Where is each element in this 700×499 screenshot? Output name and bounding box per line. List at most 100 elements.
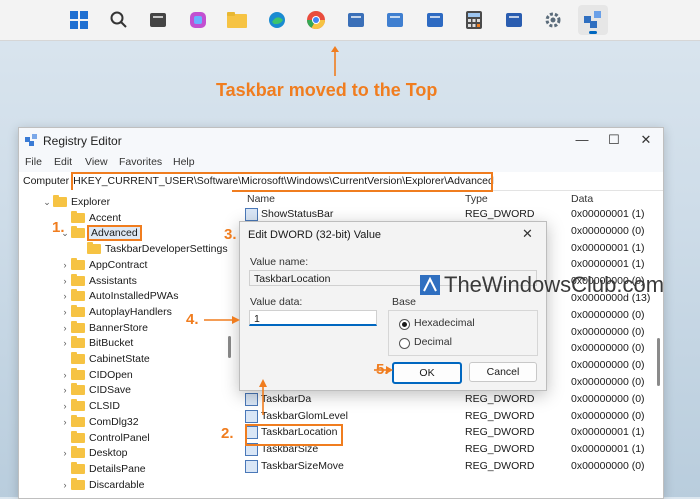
chevron-right-icon[interactable]: › <box>59 370 71 380</box>
chevron-right-icon[interactable]: › <box>59 448 71 458</box>
value-data: 0x00000001 (1) <box>571 443 645 456</box>
chevron-right-icon[interactable]: › <box>59 417 71 427</box>
tree-item[interactable]: › AutoplayHandlers <box>59 304 172 320</box>
folder-icon <box>87 242 101 255</box>
chevron-right-icon[interactable]: › <box>59 307 71 317</box>
address-bar[interactable]: Computer HKEY_CURRENT_USER\Software\Micro… <box>19 172 663 192</box>
address-prefix: Computer <box>23 175 70 187</box>
ok-button[interactable]: OK <box>392 362 462 384</box>
tree-item[interactable]: › BannerStore <box>59 320 148 336</box>
folder-icon <box>71 430 85 443</box>
value-data-input[interactable]: 1 <box>249 310 377 326</box>
tree-item[interactable]: › Desktop <box>59 445 128 461</box>
folder-icon <box>71 461 85 474</box>
hexadecimal-radio[interactable] <box>399 319 410 330</box>
tree-item[interactable]: Accent <box>59 210 121 226</box>
chevron-right-icon[interactable]: › <box>59 385 71 395</box>
value-type: REG_DWORD <box>465 426 535 439</box>
tree-item-label: ComDlg32 <box>89 415 139 428</box>
up-arrow-annotation <box>331 46 339 76</box>
step-2-label: 2. <box>221 425 234 442</box>
value-data: 0x00000001 (1) <box>571 208 645 220</box>
settings-icon[interactable] <box>538 5 568 35</box>
registry-editor-icon <box>25 134 37 146</box>
decimal-label[interactable]: Decimal <box>414 336 452 348</box>
tree-item[interactable]: › Discardable <box>59 477 144 493</box>
maximize-button[interactable]: ☐ <box>599 132 629 150</box>
value-row[interactable]: TaskbarGlomLevel REG_DWORD 0x00000000 (0) <box>245 408 665 424</box>
chevron-right-icon[interactable]: › <box>59 260 71 270</box>
cancel-button[interactable]: Cancel <box>469 362 537 382</box>
chevron-right-icon[interactable]: › <box>59 401 71 411</box>
folder-icon <box>71 352 85 364</box>
file-explorer-icon[interactable] <box>222 5 252 35</box>
tree-item-label: Advanced <box>87 225 142 242</box>
folder-icon <box>71 399 85 412</box>
edge-icon[interactable] <box>262 5 292 35</box>
chrome-icon[interactable] <box>301 5 331 35</box>
tree-item[interactable]: › AppContract <box>59 257 147 273</box>
tree-item-label: AutoInstalledPWAs <box>89 290 179 303</box>
tree-item[interactable]: ⌄ Explorer <box>41 194 110 210</box>
decimal-radio[interactable] <box>399 338 410 349</box>
tree-item[interactable]: TaskbarDeveloperSettings <box>75 241 228 257</box>
menu-view[interactable]: View <box>85 156 108 168</box>
calculator-icon[interactable] <box>459 5 489 35</box>
tree-item-label: AppContract <box>89 258 148 271</box>
tree-item[interactable]: › CIDOpen <box>59 367 133 383</box>
snipping-tool-icon[interactable] <box>341 5 371 35</box>
registry-editor-icon[interactable] <box>577 5 608 35</box>
value-row[interactable]: TaskbarDa REG_DWORD 0x00000000 (0) <box>245 391 665 407</box>
menu-edit[interactable]: Edit <box>54 156 72 168</box>
chevron-right-icon[interactable]: › <box>59 338 71 348</box>
menu-help[interactable]: Help <box>173 156 195 168</box>
tree-item[interactable]: CabinetState <box>59 351 150 367</box>
value-type: REG_DWORD <box>465 460 535 472</box>
tree-item[interactable]: › Assistants <box>59 273 137 289</box>
tree-item[interactable]: ControlPanel <box>59 430 150 446</box>
document-icon[interactable] <box>420 5 450 35</box>
close-button[interactable]: ✕ <box>631 132 661 150</box>
tree-item-label: CabinetState <box>89 353 150 365</box>
tree-item[interactable]: ⌄ Advanced <box>59 225 142 242</box>
tree-item[interactable]: › CLSID <box>59 398 120 414</box>
tree-item[interactable]: › ComDlg32 <box>59 414 139 430</box>
chevron-down-icon[interactable]: ⌄ <box>41 197 53 208</box>
minimize-button[interactable]: — <box>567 132 597 150</box>
chevron-right-icon[interactable]: › <box>59 291 71 301</box>
hexadecimal-label[interactable]: Hexadecimal <box>414 317 475 329</box>
column-name[interactable]: Name <box>247 193 275 205</box>
folder-icon <box>71 273 85 286</box>
tree-scrollbar-thumb[interactable] <box>228 336 231 358</box>
chevron-right-icon[interactable]: › <box>59 276 71 286</box>
dialog-close-button[interactable]: ✕ <box>522 226 533 242</box>
tree-item-label: CIDOpen <box>89 368 133 381</box>
folder-icon <box>71 210 85 223</box>
tree-item-label: Accent <box>89 211 122 224</box>
tree-item[interactable]: › AutoInstalledPWAs <box>59 288 179 304</box>
step-3-label: 3. <box>224 226 237 243</box>
column-type[interactable]: Type <box>465 193 488 205</box>
task-view-icon[interactable] <box>143 5 173 35</box>
tree-item[interactable]: › BitBucket <box>59 335 133 351</box>
copilot-icon[interactable] <box>183 5 213 35</box>
value-row[interactable]: TaskbarSizeMove REG_DWORD 0x00000000 (0) <box>245 458 665 474</box>
tree-item[interactable]: DetailsPane <box>59 461 146 477</box>
list-scrollbar-thumb[interactable] <box>657 338 660 386</box>
value-row[interactable]: ShowStatusBar REG_DWORD 0x00000001 (1) <box>245 206 665 222</box>
value-data: 0x00000000 (0) <box>571 409 645 422</box>
value-data-label: Value data: <box>250 296 303 308</box>
taskbar-caption: Taskbar moved to the Top <box>216 80 438 100</box>
value-data: 0x00000000 (0) <box>571 359 645 372</box>
search-icon[interactable] <box>104 5 134 35</box>
menu-file[interactable]: File <box>25 156 42 168</box>
tree-item[interactable]: › CIDSave <box>59 382 131 398</box>
app-icon-blue[interactable] <box>499 5 529 35</box>
column-data[interactable]: Data <box>571 193 593 205</box>
windows-start-icon[interactable] <box>64 5 94 35</box>
app-icon[interactable] <box>380 5 410 35</box>
chevron-right-icon[interactable]: › <box>59 323 71 333</box>
folder-icon <box>71 304 85 317</box>
chevron-right-icon[interactable]: › <box>59 480 71 490</box>
menu-favorites[interactable]: Favorites <box>119 156 162 168</box>
